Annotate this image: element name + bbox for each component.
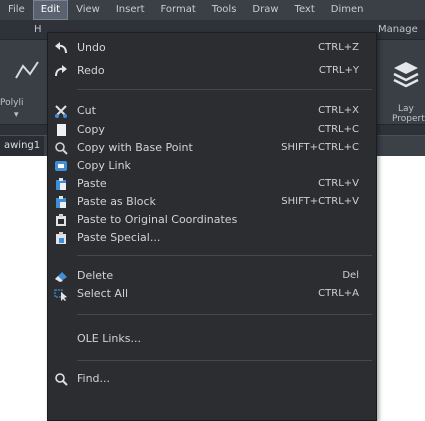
menu-item-label: Copy bbox=[77, 123, 105, 136]
copy-page-icon bbox=[57, 124, 66, 136]
menu-separator bbox=[77, 360, 372, 361]
cursor-select-icon bbox=[54, 289, 67, 301]
menu-text[interactable]: Text bbox=[287, 0, 323, 20]
menu-dimension[interactable]: Dimen bbox=[323, 0, 372, 20]
scissors-icon bbox=[55, 105, 67, 118]
copy-base-point-icon bbox=[55, 142, 68, 155]
menu-edit[interactable]: Edit bbox=[32, 0, 69, 20]
menu-separator bbox=[77, 255, 372, 256]
menu-draw[interactable]: Draw bbox=[244, 0, 286, 20]
eraser-icon bbox=[55, 272, 67, 282]
clipboard-icon bbox=[56, 178, 66, 190]
menu-item-label: Select All bbox=[77, 287, 129, 300]
menu-item-shortcut: CTRL+Z bbox=[318, 42, 359, 53]
menu-tools[interactable]: Tools bbox=[204, 0, 245, 20]
menu-item-paste-original-coordinates[interactable]: Paste to Original Coordinates bbox=[48, 211, 376, 229]
menu-item-shortcut: SHIFT+CTRL+V bbox=[281, 196, 359, 207]
menu-item-shortcut: CTRL+Y bbox=[318, 65, 359, 76]
edit-menu-dropdown: Undo CTRL+Z Redo CTRL+Y Cut CTRL+X Copy … bbox=[47, 32, 377, 421]
ribbon-tab-manage[interactable]: Manage bbox=[372, 20, 424, 39]
menu-separator bbox=[77, 89, 372, 90]
layer-properties-icon[interactable] bbox=[392, 60, 420, 90]
menu-item-label: Copy Link bbox=[77, 159, 131, 172]
menu-file[interactable]: File bbox=[0, 0, 33, 20]
menu-item-label: Undo bbox=[77, 41, 106, 54]
undo-arrow-icon bbox=[55, 42, 67, 54]
ribbon-polyline-dropdown[interactable]: ▾ bbox=[14, 110, 19, 120]
ribbon-tab-home[interactable]: H bbox=[28, 20, 48, 39]
polyline-icon[interactable] bbox=[14, 58, 40, 84]
menu-item-select-all[interactable]: Select All CTRL+A bbox=[48, 285, 376, 303]
menu-item-copy-link[interactable]: Copy Link bbox=[48, 157, 376, 175]
magnifier-icon bbox=[55, 373, 68, 386]
menu-item-shortcut: CTRL+C bbox=[318, 124, 359, 135]
menu-view[interactable]: View bbox=[68, 0, 108, 20]
menu-item-paste-as-block[interactable]: Paste as Block SHIFT+CTRL+V bbox=[48, 193, 376, 211]
copy-link-icon bbox=[55, 161, 67, 171]
paste-original-icon bbox=[56, 214, 66, 226]
paste-block-icon bbox=[56, 196, 66, 208]
ribbon-polyline-label[interactable]: Polyli bbox=[0, 98, 23, 108]
menu-item-undo[interactable]: Undo CTRL+Z bbox=[48, 39, 376, 57]
menu-item-label: Paste Special... bbox=[77, 231, 161, 244]
menu-item-find[interactable]: Find... bbox=[48, 370, 376, 388]
redo-arrow-icon bbox=[55, 65, 67, 77]
menu-item-label: Paste bbox=[77, 177, 107, 190]
menu-item-cut[interactable]: Cut CTRL+X bbox=[48, 102, 376, 120]
menu-item-copy[interactable]: Copy CTRL+C bbox=[48, 121, 376, 139]
document-tab[interactable]: awing1 bbox=[0, 136, 45, 156]
menu-item-shortcut: CTRL+V bbox=[318, 178, 359, 189]
menu-format[interactable]: Format bbox=[153, 0, 204, 20]
menu-item-shortcut: CTRL+X bbox=[318, 105, 359, 116]
menu-item-delete[interactable]: Delete Del bbox=[48, 267, 376, 285]
menu-separator bbox=[77, 314, 372, 315]
menu-item-copy-base-point[interactable]: Copy with Base Point SHIFT+CTRL+C bbox=[48, 139, 376, 157]
paste-special-icon bbox=[56, 232, 66, 244]
menu-item-redo[interactable]: Redo CTRL+Y bbox=[48, 62, 376, 80]
menu-bar: File Edit View Insert Format Tools Draw … bbox=[0, 0, 425, 20]
menu-item-label: Find... bbox=[77, 372, 111, 385]
ribbon-layer-label-1[interactable]: Lay bbox=[398, 104, 414, 114]
menu-item-label: OLE Links... bbox=[77, 332, 141, 345]
menu-item-label: Cut bbox=[77, 104, 96, 117]
menu-item-label: Delete bbox=[77, 269, 114, 282]
menu-item-label: Paste to Original Coordinates bbox=[77, 213, 238, 226]
menu-item-shortcut: CTRL+A bbox=[318, 288, 359, 299]
menu-item-paste-special[interactable]: Paste Special... bbox=[48, 229, 376, 247]
menu-item-label: Paste as Block bbox=[77, 195, 156, 208]
menu-item-paste[interactable]: Paste CTRL+V bbox=[48, 175, 376, 193]
ribbon-layer-label-2[interactable]: Propert bbox=[392, 114, 425, 124]
menu-insert[interactable]: Insert bbox=[108, 0, 153, 20]
menu-item-label: Redo bbox=[77, 64, 105, 77]
menu-item-label: Copy with Base Point bbox=[77, 141, 193, 154]
menu-item-shortcut: SHIFT+CTRL+C bbox=[281, 142, 359, 153]
menu-item-shortcut: Del bbox=[342, 270, 359, 281]
menu-item-ole-links[interactable]: OLE Links... bbox=[48, 330, 376, 348]
